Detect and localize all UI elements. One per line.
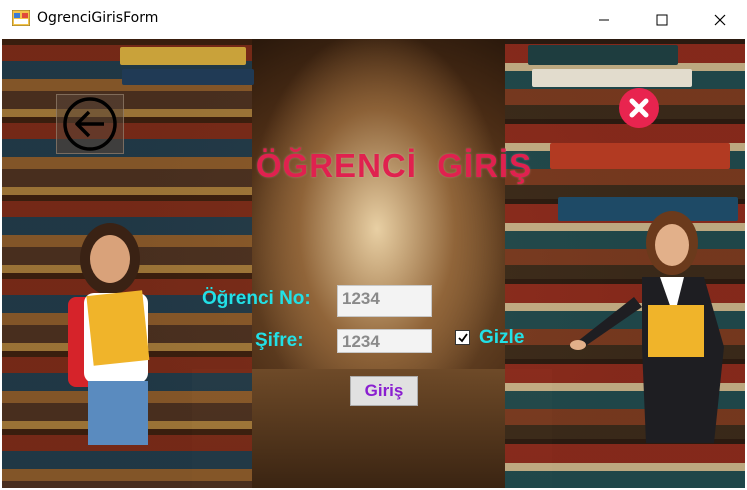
exit-button[interactable] <box>618 87 660 129</box>
student-no-label: Öğrenci No: <box>202 288 311 309</box>
maximize-button[interactable] <box>639 0 685 39</box>
hide-password-checkbox[interactable] <box>455 330 470 345</box>
minimize-icon <box>599 19 609 20</box>
back-button[interactable] <box>56 94 124 154</box>
teacher-woman-image <box>570 211 724 443</box>
close-icon <box>714 14 726 25</box>
login-button[interactable]: Giriş <box>350 376 418 406</box>
student-no-field[interactable]: 1234 <box>337 285 432 317</box>
title-bar: OgrenciGirisForm <box>0 0 747 39</box>
password-field[interactable]: 1234 <box>337 329 432 353</box>
book <box>120 47 246 65</box>
checkmark-icon <box>457 332 468 342</box>
book <box>532 69 692 87</box>
book <box>550 143 730 169</box>
book <box>528 45 678 65</box>
minimize-button[interactable] <box>581 0 627 39</box>
password-label: Şifre: <box>255 330 304 351</box>
arrow-left-circle-icon <box>63 97 117 151</box>
app-form-icon <box>12 10 30 26</box>
student-girl-image <box>68 223 150 445</box>
window-title: OgrenciGirisForm <box>37 10 159 26</box>
page-title: ÖĞRENCİ GİRİŞ <box>255 147 533 184</box>
window-close-button[interactable] <box>697 0 743 39</box>
book <box>122 69 254 85</box>
maximize-icon <box>656 14 668 25</box>
red-x-circle-icon <box>619 88 659 128</box>
hide-password-label[interactable]: Gizle <box>479 327 524 349</box>
form-client-area: ÖĞRENCİ GİRİŞ Öğrenci No: 1234 Şifre: 12… <box>2 39 745 488</box>
